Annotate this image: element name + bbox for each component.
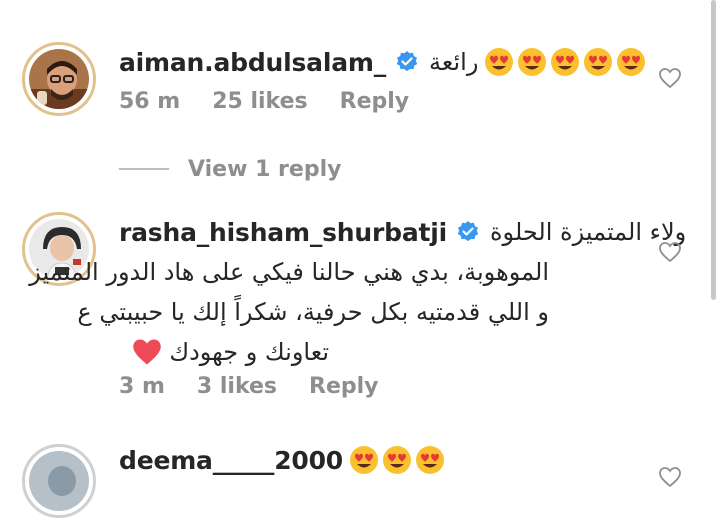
heart-eyes-emoji — [584, 48, 613, 76]
replies-divider — [119, 168, 169, 170]
heart-eyes-emoji — [383, 446, 412, 474]
comment-text-line-4: تعاونك و جهودك — [169, 338, 329, 366]
comment-body: aiman.abdulsalam_ رائعة 56 m 25 likes Re… — [119, 42, 682, 118]
comment-time: 56 m — [119, 88, 181, 114]
avatar[interactable] — [22, 444, 96, 518]
comment-text-line-4-wrap: تعاونك و جهودك — [119, 332, 329, 372]
heart-eyes-emoji — [617, 48, 646, 76]
emoji-group — [484, 47, 646, 77]
view-replies-toggle[interactable]: View 1 reply — [119, 151, 341, 187]
heart-outline-icon[interactable] — [658, 67, 682, 89]
avatar-image — [29, 451, 89, 511]
reply-button[interactable]: Reply — [340, 89, 410, 114]
reply-button[interactable]: Reply — [309, 374, 379, 399]
username[interactable]: deema_____2000 — [119, 446, 343, 475]
comment-header: aiman.abdulsalam_ رائعة — [119, 42, 682, 82]
verified-badge-icon — [396, 51, 418, 71]
comment-body: deema_____2000 — [119, 440, 682, 480]
emoji-group — [349, 445, 445, 475]
comment-likes[interactable]: 25 likes — [212, 89, 307, 114]
heart-outline-icon[interactable] — [658, 466, 682, 488]
comment-header: deema_____2000 — [119, 440, 682, 480]
comment-meta: 56 m 25 likes Reply — [119, 84, 682, 118]
verified-badge-icon — [457, 221, 479, 241]
scrollbar[interactable] — [711, 0, 716, 300]
red-heart-emoji — [132, 339, 161, 365]
username[interactable]: rasha_hisham_shurbatji — [119, 218, 447, 247]
heart-outline-icon[interactable] — [658, 241, 682, 263]
comment-time: 3 m — [119, 373, 165, 399]
comment-likes[interactable]: 3 likes — [197, 374, 277, 399]
avatar-image — [29, 49, 89, 109]
comment-text: رائعة — [429, 48, 479, 76]
comment-text-line-3: و اللي قدمتيه بكل حرفية، شكراً إلك يا حب… — [77, 298, 549, 326]
comment-item: aiman.abdulsalam_ رائعة 56 m 25 likes Re… — [22, 42, 682, 122]
comment-header: rasha_hisham_shurbatji ولاء المتميزة الح… — [119, 212, 686, 252]
username[interactable]: aiman.abdulsalam_ — [119, 48, 386, 77]
comment-meta: 3 m 3 likes Reply — [119, 369, 411, 403]
comment-item: deema_____2000 — [22, 444, 682, 518]
heart-eyes-emoji — [416, 446, 445, 474]
heart-eyes-emoji — [350, 446, 379, 474]
comment-body: rasha_hisham_shurbatji ولاء المتميزة الح… — [29, 212, 686, 412]
comment-text-line-1: ولاء المتميزة الحلوة — [489, 218, 687, 246]
heart-eyes-emoji — [485, 48, 514, 76]
heart-eyes-emoji — [551, 48, 580, 76]
comment-item: rasha_hisham_shurbatji ولاء المتميزة الح… — [22, 212, 686, 412]
avatar[interactable] — [22, 42, 96, 116]
heart-eyes-emoji — [518, 48, 547, 76]
comment-text-line-2: الموهوبة، بدي هني حالنا فيكي على هاد الد… — [29, 258, 549, 286]
view-replies-label: View 1 reply — [188, 156, 342, 182]
